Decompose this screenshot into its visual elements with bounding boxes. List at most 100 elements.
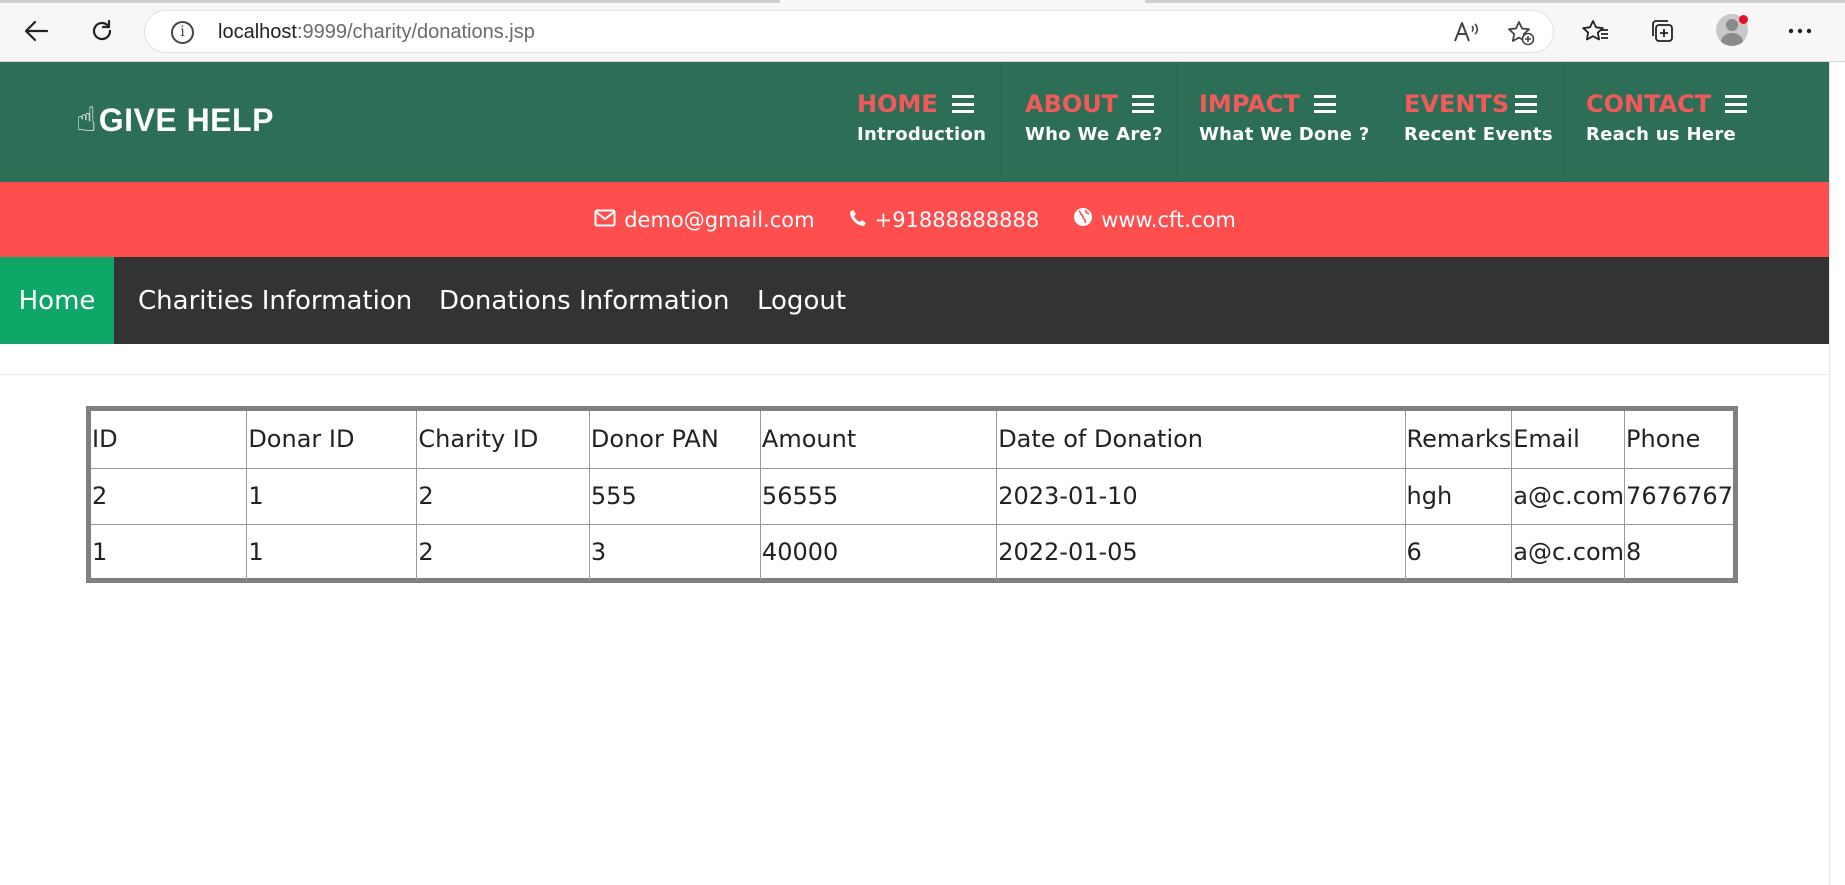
collections-button[interactable] (1644, 13, 1680, 49)
nav-subtitle: Recent Events (1404, 124, 1553, 145)
browser-toolbar: i localhost:9999/charity/donations.jsp (0, 0, 1845, 62)
website-text: www.cft.com (1101, 207, 1236, 232)
table-cell: 40000 (759, 523, 998, 580)
nav-divider (1176, 62, 1177, 182)
table-cell: 7676767 (1624, 467, 1733, 525)
refresh-button[interactable] (84, 13, 120, 49)
tab-strip-edge (1145, 0, 1845, 3)
nav-subtitle: Introduction (857, 124, 987, 145)
contact-website[interactable]: www.cft.com (1073, 207, 1236, 232)
table-cell: 1 (246, 523, 418, 580)
table-cell: 3 (588, 523, 761, 580)
arrow-left-icon (24, 20, 49, 42)
nav-title: IMPACT (1199, 90, 1300, 118)
nav-title: HOME (857, 90, 938, 118)
nav-subtitle: Reach us Here (1586, 124, 1737, 145)
donations-table: ID Donar ID Charity ID Donor PAN Amount … (86, 406, 1738, 583)
nav-divider (1381, 62, 1382, 182)
favorites-button[interactable] (1578, 13, 1614, 49)
table-cell: 2022-01-05 (996, 523, 1406, 580)
menu-icon (951, 95, 974, 113)
email-text: demo@gmail.com (624, 207, 815, 232)
table-row: 2 1 2 555 56555 2023-01-10 hgh a@c.com 7… (91, 467, 1733, 525)
contact-phone[interactable]: +91888888888 (849, 207, 1040, 232)
contact-email[interactable]: demo@gmail.com (594, 207, 815, 232)
more-icon (1788, 28, 1812, 34)
menu-icon (1515, 95, 1538, 113)
globe-icon (1073, 207, 1093, 232)
menu-icon (1313, 95, 1336, 113)
more-button[interactable] (1782, 13, 1818, 49)
nav-title: ABOUT (1025, 90, 1119, 118)
nav-about[interactable]: ABOUT Who We Are? (1025, 90, 1163, 145)
nav-home[interactable]: HOME Introduction (857, 90, 986, 145)
menu-icon (1132, 95, 1155, 113)
content-divider (0, 374, 1830, 375)
nav-subtitle: What We Done ? (1199, 124, 1370, 145)
table-row: 1 1 2 3 40000 2022-01-05 6 a@c.com 8 (91, 523, 1733, 580)
logo-text: GIVE HELP (98, 101, 274, 138)
table-cell: 1 (91, 523, 248, 580)
address-bar[interactable]: i localhost:9999/charity/donations.jsp (144, 10, 1554, 53)
column-header: Amount (759, 411, 998, 469)
column-header: ID (91, 411, 248, 469)
menu-icon (1725, 95, 1748, 113)
nav-divider (1000, 62, 1001, 182)
nav-impact[interactable]: IMPACT What We Done ? (1199, 90, 1370, 145)
page-scrollbar[interactable] (1829, 62, 1845, 885)
notification-dot (1739, 15, 1748, 24)
column-header: Donor PAN (588, 411, 761, 469)
table-cell: hgh (1404, 467, 1513, 525)
table-cell: 2023-01-10 (996, 467, 1406, 525)
star-add-icon[interactable] (1507, 20, 1535, 52)
column-header: Remarks (1404, 411, 1513, 469)
url-path: :9999/charity/donations.jsp (296, 21, 535, 43)
favorites-icon (1582, 20, 1608, 41)
info-icon[interactable]: i (171, 21, 194, 44)
read-aloud-glyph (1454, 22, 1479, 42)
table-cell: 1 (246, 467, 418, 525)
table-cell: 2 (416, 467, 590, 525)
star-add-glyph (1508, 21, 1535, 46)
nav-title: CONTACT (1586, 90, 1712, 118)
column-header: Phone (1624, 411, 1733, 469)
table-header-row: ID Donar ID Charity ID Donor PAN Amount … (91, 411, 1733, 469)
table-cell: a@c.com (1511, 467, 1626, 525)
table-cell: 555 (588, 467, 761, 525)
table-cell: 56555 (759, 467, 998, 525)
column-header: Email (1511, 411, 1626, 469)
site-header: ☝ GIVE HELP HOME Introduction ABOUT Who … (0, 62, 1830, 182)
refresh-icon (92, 19, 112, 41)
read-aloud-icon[interactable] (1453, 20, 1479, 50)
phone-icon (849, 208, 867, 232)
table-cell: a@c.com (1511, 523, 1626, 580)
table-cell: 2 (91, 467, 248, 525)
envelope-icon (594, 208, 616, 232)
nav-title: EVENTS (1404, 90, 1510, 118)
main-menu: Home Charities Information Donations Inf… (0, 257, 1830, 344)
table-cell: 6 (1404, 523, 1513, 580)
url-text[interactable]: localhost:9999/charity/donations.jsp (218, 21, 535, 44)
tab-strip-edge (0, 0, 780, 3)
menu-item-home[interactable]: Home (0, 257, 114, 344)
nav-contact[interactable]: CONTACT Reach us Here (1586, 90, 1748, 145)
back-button[interactable] (18, 13, 54, 49)
phone-text: +91888888888 (874, 207, 1040, 232)
table-cell: 2 (416, 523, 590, 580)
nav-subtitle: Who We Are? (1025, 124, 1163, 145)
table-cell: 8 (1624, 523, 1733, 580)
page-content: ☝ GIVE HELP HOME Introduction ABOUT Who … (0, 62, 1830, 885)
nav-events[interactable]: EVENTS Recent Events (1404, 90, 1553, 145)
menu-item-donations[interactable]: Donations Information (439, 257, 729, 344)
contact-bar: demo@gmail.com +91888888888 www.cft.com (0, 182, 1830, 257)
collections-icon (1652, 20, 1673, 42)
nav-divider (1563, 62, 1564, 182)
column-header: Donar ID (246, 411, 418, 469)
menu-item-logout[interactable]: Logout (757, 257, 846, 344)
site-logo[interactable]: ☝ GIVE HELP (76, 100, 274, 140)
column-header: Date of Donation (996, 411, 1406, 469)
hand-pointing-icon: ☝ (76, 100, 97, 140)
url-host: localhost (218, 21, 297, 43)
menu-item-charities[interactable]: Charities Information (138, 257, 412, 344)
column-header: Charity ID (416, 411, 590, 469)
